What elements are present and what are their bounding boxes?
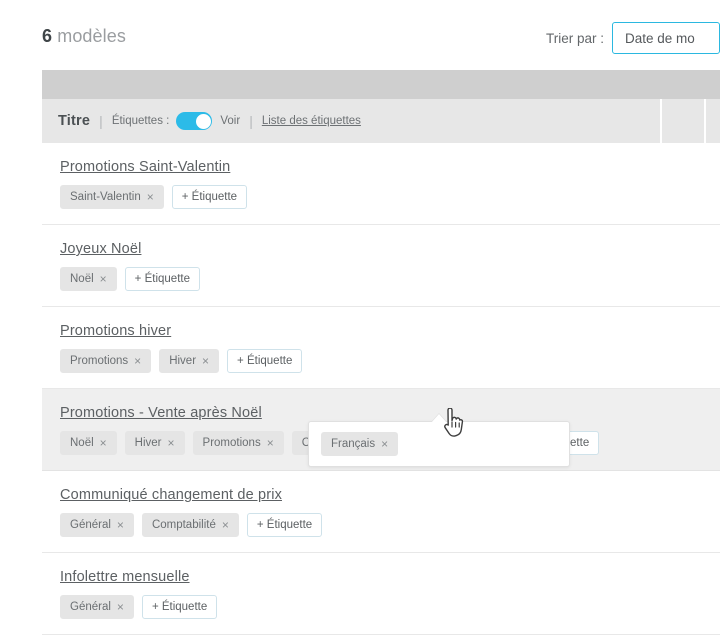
row-tag-list: Général × + Étiquette — [60, 595, 720, 619]
tag-chip-label: Hiver — [169, 355, 196, 367]
header-separator-2: | — [249, 113, 253, 129]
sort-label: Trier par : — [546, 31, 604, 46]
tag-chip[interactable]: Hiver × — [159, 349, 219, 373]
tag-list-link[interactable]: Liste des étiquettes — [262, 115, 361, 127]
tag-chip[interactable]: Français × — [321, 432, 398, 456]
row-title-link[interactable]: Joyeux Noël — [60, 241, 141, 257]
tags-visibility-toggle[interactable] — [176, 112, 212, 130]
tags-toggle-state-label: Voir — [220, 115, 240, 127]
row-title-link[interactable]: Promotions hiver — [60, 323, 171, 339]
tag-chip-label: Promotions — [203, 437, 261, 449]
row-tag-list: Promotions × Hiver × + Étiquette — [60, 349, 720, 373]
table-body: Promotions Saint-Valentin Saint-Valentin ×… — [42, 143, 720, 635]
tag-chip-label: Comptabilité — [152, 519, 216, 531]
table-row: Promotions hiver Promotions × Hiver × + Étiqu… — [42, 307, 720, 389]
tag-remove-icon[interactable]: × — [100, 436, 107, 450]
sort-select-value: Date de mo — [625, 31, 695, 46]
add-tag-button[interactable]: + Étiquette — [247, 513, 322, 537]
tag-remove-icon[interactable]: × — [381, 437, 388, 451]
add-tag-button[interactable]: + Étiquette — [227, 349, 302, 373]
tag-remove-icon[interactable]: × — [117, 518, 124, 532]
row-title-link[interactable]: Promotions - Vente après Noël — [60, 405, 262, 421]
tags-toggle-label: Étiquettes : — [112, 115, 170, 127]
table-row: Infolettre mensuelle Général × + Étiquette — [42, 553, 720, 635]
sort-control: Trier par : Date de mo — [546, 22, 720, 54]
tag-chip-label: Général — [70, 519, 111, 531]
column-divider-1 — [660, 99, 662, 143]
tag-chip-label: Promotions — [70, 355, 128, 367]
row-title-link[interactable]: Infolettre mensuelle — [60, 569, 190, 585]
tag-remove-icon[interactable]: × — [202, 354, 209, 368]
model-count-suffix: modèles — [52, 26, 126, 46]
table-row: Promotions Saint-Valentin Saint-Valentin ×… — [42, 143, 720, 225]
tag-chip[interactable]: Noël × — [60, 267, 117, 291]
tag-chip-label: Français — [331, 438, 375, 450]
tag-remove-icon[interactable]: × — [222, 518, 229, 532]
page-header: 6 modèles Trier par : Date de mo — [0, 0, 720, 70]
column-divider-2 — [704, 99, 706, 143]
tag-chip[interactable]: Général × — [60, 513, 134, 537]
tag-remove-icon[interactable]: × — [117, 600, 124, 614]
add-tag-button[interactable]: + Étiquette — [125, 267, 200, 291]
table-row: Communiqué changement de prixGénéral×Com… — [42, 471, 720, 553]
tag-chip-label: Noël — [70, 273, 94, 285]
model-count: 6 — [42, 26, 52, 46]
tag-chip[interactable]: Comptabilité × — [142, 513, 239, 537]
row-title-link[interactable]: Promotions Saint-Valentin — [60, 159, 230, 175]
row-tag-list: Général × Comptabilité × + Étiquette — [60, 513, 720, 537]
row-tag-list: Saint-Valentin × + Étiquette — [60, 185, 720, 209]
column-header-title[interactable]: Titre — [58, 113, 90, 129]
tag-chip-label: Noël — [70, 437, 94, 449]
tag-remove-icon[interactable]: × — [168, 436, 175, 450]
tag-chip-label: Général — [70, 601, 111, 613]
tag-chip[interactable]: Promotions × — [193, 431, 284, 455]
tag-remove-icon[interactable]: × — [100, 272, 107, 286]
tag-chip-label: Hiver — [135, 437, 162, 449]
tag-chip-label: Saint-Valentin — [70, 191, 141, 203]
tag-remove-icon[interactable]: × — [267, 436, 274, 450]
popover-arrow-fill — [431, 414, 447, 423]
extra-tags-popover: Français × — [308, 421, 570, 467]
popover-content: Français × — [309, 422, 569, 466]
add-tag-button[interactable]: + Étiquette — [142, 595, 217, 619]
toggle-knob — [196, 114, 211, 129]
tag-chip[interactable]: Général × — [60, 595, 134, 619]
table-row: Joyeux Noël Noël × + Étiquette — [42, 225, 720, 307]
tag-chip[interactable]: Hiver × — [125, 431, 185, 455]
row-tag-list: Noël × + Étiquette — [60, 267, 720, 291]
row-title-link[interactable]: Communiqué changement de prix — [60, 487, 282, 503]
tag-remove-icon[interactable]: × — [147, 190, 154, 204]
table-header-left: Titre | Étiquettes : Voir | Liste des ét… — [42, 99, 361, 143]
header-separator-1: | — [99, 113, 103, 129]
tag-chip[interactable]: Noël × — [60, 431, 117, 455]
table-header-row: Titre | Étiquettes : Voir | Liste des ét… — [42, 99, 720, 143]
add-tag-button[interactable]: + Étiquette — [172, 185, 247, 209]
tag-chip[interactable]: Promotions × — [60, 349, 151, 373]
templates-table: Titre | Étiquettes : Voir | Liste des ét… — [42, 70, 720, 635]
tag-chip[interactable]: Saint-Valentin × — [60, 185, 164, 209]
sort-select[interactable]: Date de mo — [612, 22, 720, 54]
page-title: 6 modèles — [42, 26, 126, 47]
table-top-strip — [42, 70, 720, 99]
tag-remove-icon[interactable]: × — [134, 354, 141, 368]
